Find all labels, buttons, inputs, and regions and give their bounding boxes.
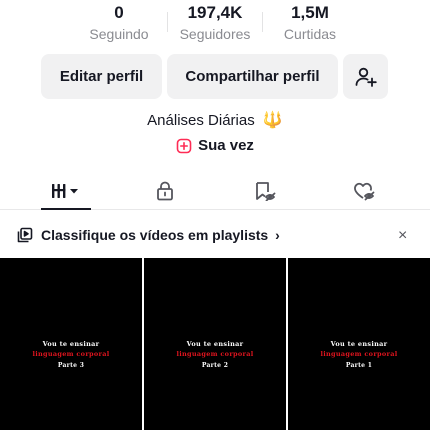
likes-count: 1,5M	[291, 3, 329, 22]
profile-tabs	[0, 172, 430, 210]
followers-label: Seguidores	[179, 26, 251, 42]
hidden-heart-icon	[354, 182, 375, 201]
grid-icon	[52, 184, 78, 198]
thumbnail-part: Parte 1	[345, 362, 373, 369]
playlist-icon	[17, 227, 33, 243]
tab-liked[interactable]	[339, 172, 389, 210]
likes-stat[interactable]: 1,5M Curtidas	[260, 0, 360, 42]
thumbnail-part: Parte 3	[57, 362, 85, 369]
thumbnail-subtitle: linguagem corporal	[32, 350, 110, 358]
video-thumbnail[interactable]: Vou te ensinar linguagem corporal Parte …	[0, 258, 142, 430]
plus-square-icon	[176, 138, 192, 153]
video-thumbnail[interactable]: Vou te ensinar linguagem corporal Parte …	[288, 258, 430, 430]
following-count: 0	[114, 3, 124, 22]
share-profile-button[interactable]: Compartilhar perfil	[167, 54, 338, 99]
thumbnail-title: Vou te ensinar	[42, 340, 100, 348]
tab-private[interactable]	[140, 172, 190, 210]
followers-count: 197,4K	[187, 3, 243, 22]
followers-stat[interactable]: 197,4K Seguidores	[165, 0, 265, 42]
thumbnail-subtitle: linguagem corporal	[320, 350, 398, 358]
your-turn-link[interactable]: Sua vez	[0, 137, 430, 154]
tab-videos[interactable]	[41, 172, 91, 210]
lock-icon	[157, 181, 173, 201]
edit-profile-button[interactable]: Editar perfil	[41, 54, 162, 99]
following-label: Seguindo	[89, 26, 149, 42]
video-thumbnail[interactable]: Vou te ensinar linguagem corporal Parte …	[144, 258, 286, 430]
thumbnail-title: Vou te ensinar	[186, 340, 244, 348]
tab-saved[interactable]	[240, 172, 290, 210]
bio-text: Análises Diárias	[147, 112, 255, 129]
likes-label: Curtidas	[283, 26, 337, 42]
thumbnail-title: Vou te ensinar	[330, 340, 388, 348]
profile-bio: Análises Diárias 🔱	[0, 110, 430, 130]
add-user-icon	[355, 67, 377, 87]
profile-stats: 0 Seguindo 197,4K Seguidores 1,5M Curtid…	[0, 0, 430, 48]
thumbnail-subtitle: linguagem corporal	[176, 350, 254, 358]
playlist-banner-label: Classifique os vídeos em playlists	[41, 227, 269, 243]
add-friend-button[interactable]	[343, 54, 388, 99]
playlist-banner-text: Classifique os vídeos em playlists ›	[41, 227, 280, 243]
playlist-banner[interactable]: Classifique os vídeos em playlists › ×	[0, 218, 430, 252]
following-stat[interactable]: 0 Seguindo	[69, 0, 169, 42]
active-tab-indicator	[41, 208, 91, 210]
chevron-right-icon: ›	[275, 227, 280, 243]
hidden-bookmark-icon	[256, 182, 276, 201]
video-grid: Vou te ensinar linguagem corporal Parte …	[0, 258, 430, 430]
close-icon[interactable]: ×	[398, 227, 407, 245]
trident-emoji: 🔱	[262, 112, 283, 129]
thumbnail-part: Parte 2	[201, 362, 229, 369]
your-turn-label: Sua vez	[198, 137, 254, 154]
